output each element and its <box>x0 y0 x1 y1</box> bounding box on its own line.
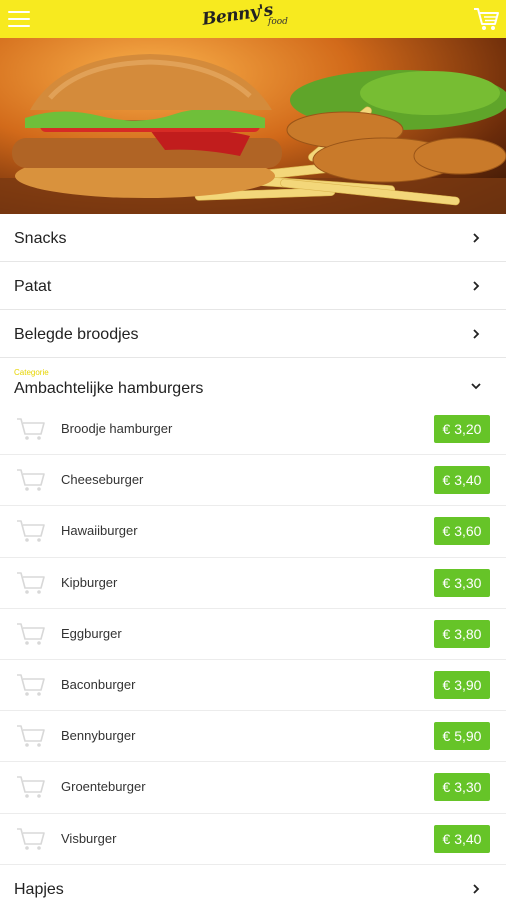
chevron-right-icon <box>473 329 480 339</box>
product-row[interactable]: Broodje hamburger € 3,20 <box>0 404 506 456</box>
category-label: Hapjes <box>14 880 64 898</box>
add-to-cart-icon[interactable] <box>15 467 47 493</box>
product-row[interactable]: Baconburger € 3,90 <box>0 660 506 712</box>
menu-icon[interactable] <box>8 11 30 27</box>
app-logo: Benny's food <box>198 0 308 35</box>
category-label: Snacks <box>14 230 67 247</box>
product-name: Broodje hamburger <box>61 421 173 436</box>
product-row[interactable]: Visburger € 3,40 <box>0 814 506 865</box>
product-row[interactable]: Bennyburger € 5,90 <box>0 711 506 763</box>
add-to-cart-icon[interactable] <box>15 672 47 698</box>
product-row[interactable]: Groenteburger € 3,30 <box>0 762 506 814</box>
product-row[interactable]: Kipburger € 3,30 <box>0 558 506 609</box>
category-ambachtelijke-hamburgers[interactable]: Categorie Ambachtelijke hamburgers <box>0 358 506 404</box>
price-badge[interactable]: € 3,40 <box>434 466 490 495</box>
product-name: Baconburger <box>61 676 136 692</box>
product-name: Visburger <box>61 830 117 846</box>
app-header: Benny's food <box>0 0 506 38</box>
add-to-cart-icon[interactable] <box>15 826 47 852</box>
product-name: Cheeseburger <box>61 472 144 488</box>
add-to-cart-icon[interactable] <box>15 518 47 544</box>
chevron-right-icon <box>473 884 480 894</box>
logo-text: Benny's <box>200 0 275 30</box>
price-badge[interactable]: € 3,30 <box>434 773 490 802</box>
chevron-right-icon <box>473 281 480 291</box>
price-badge[interactable]: € 3,60 <box>434 517 490 546</box>
add-to-cart-icon[interactable] <box>15 416 47 442</box>
product-name: Hawaiiburger <box>61 523 138 539</box>
product-row[interactable]: Eggburger € 3,80 <box>0 609 506 660</box>
menu-list: Snacks Patat Belegde broodjes Categorie … <box>0 214 506 900</box>
product-row[interactable]: Cheeseburger € 3,40 <box>0 455 506 507</box>
chevron-down-icon <box>471 383 481 390</box>
shopping-cart-icon[interactable] <box>472 5 500 33</box>
price-badge[interactable]: € 5,90 <box>434 722 490 751</box>
burger-and-fries-photo <box>0 54 506 214</box>
add-to-cart-icon[interactable] <box>15 723 47 749</box>
product-name: Bennyburger <box>61 728 136 744</box>
add-to-cart-icon[interactable] <box>15 621 47 647</box>
product-name: Groenteburger <box>61 779 146 795</box>
logo-subtext: food <box>268 17 288 27</box>
category-label: Patat <box>14 278 52 295</box>
add-to-cart-icon[interactable] <box>15 774 47 800</box>
chevron-right-icon <box>473 233 480 243</box>
price-badge[interactable]: € 3,40 <box>434 824 490 853</box>
price-badge[interactable]: € 3,80 <box>434 619 490 648</box>
category-caption: Categorie <box>14 368 49 377</box>
product-name: Eggburger <box>61 625 122 641</box>
category-hapjes[interactable]: Hapjes <box>0 865 506 900</box>
category-patat[interactable]: Patat <box>0 262 506 310</box>
category-belegde-broodjes[interactable]: Belegde broodjes <box>0 310 506 358</box>
product-list: Broodje hamburger € 3,20 Cheeseburger € 3,4… <box>0 404 506 865</box>
category-label: Belegde broodjes <box>14 326 139 343</box>
hero-image <box>0 38 506 214</box>
category-snacks[interactable]: Snacks <box>0 214 506 262</box>
price-badge[interactable]: € 3,30 <box>434 568 490 597</box>
price-badge[interactable]: € 3,20 <box>434 415 490 443</box>
add-to-cart-icon[interactable] <box>15 570 47 596</box>
category-label: Ambachtelijke hamburgers <box>14 380 204 397</box>
product-row[interactable]: Hawaiiburger € 3,60 <box>0 506 506 558</box>
price-badge[interactable]: € 3,90 <box>434 670 490 699</box>
product-name: Kipburger <box>61 574 118 590</box>
